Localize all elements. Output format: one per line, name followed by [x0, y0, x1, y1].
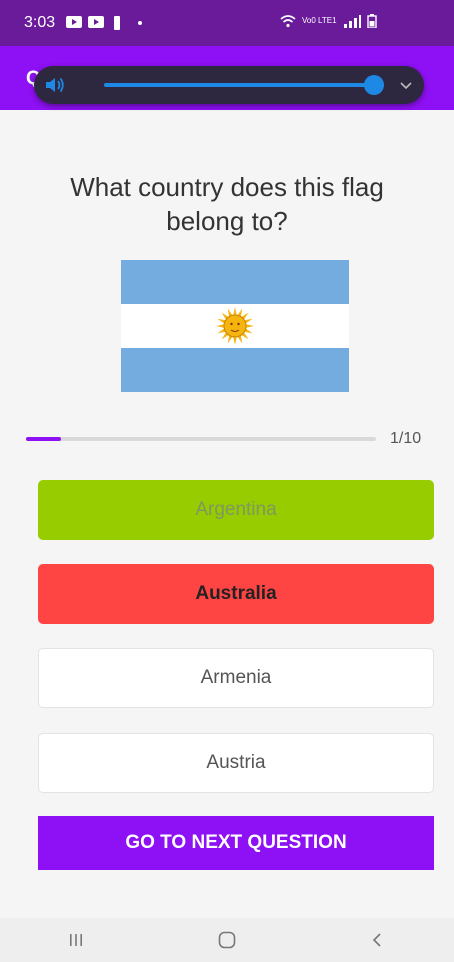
back-button[interactable]	[358, 925, 398, 955]
option-australia[interactable]: Australia	[38, 564, 434, 624]
status-bar: 3:03 Vo0 LTE1	[0, 0, 454, 46]
option-argentina[interactable]: Argentina	[38, 480, 434, 540]
back-icon	[373, 933, 381, 947]
status-notification-icons	[66, 16, 142, 30]
signal-icon	[343, 15, 361, 28]
more-notifications-icon	[138, 21, 142, 25]
option-armenia[interactable]: Armenia	[38, 648, 434, 708]
progress-label: 1/10	[390, 430, 422, 447]
flashlight-icon	[114, 16, 120, 30]
recents-button[interactable]	[56, 925, 96, 955]
flag-image	[121, 260, 349, 392]
volume-slider-thumb[interactable]	[364, 75, 384, 95]
speaker-icon[interactable]	[44, 76, 66, 94]
flag-stripe-bottom	[121, 348, 349, 392]
wifi-icon	[280, 15, 296, 28]
navigation-bar	[0, 918, 454, 962]
status-system-icons: Vo0 LTE1	[280, 14, 377, 28]
flag-sun-icon	[216, 307, 254, 345]
youtube-icon	[66, 16, 82, 28]
progress-bar	[26, 437, 376, 441]
youtube-icon	[88, 16, 104, 28]
progress-fill	[26, 437, 61, 441]
recents-icon	[69, 934, 82, 946]
network-label: Vo0 LTE1	[302, 16, 337, 25]
status-time: 3:03	[24, 14, 56, 31]
chevron-down-icon[interactable]	[399, 78, 413, 92]
volume-slider-track[interactable]	[104, 83, 374, 87]
option-austria[interactable]: Austria	[38, 733, 434, 793]
home-icon	[218, 931, 236, 949]
next-question-button[interactable]: GO TO NEXT QUESTION	[38, 816, 434, 870]
question-text: What country does this flag belong to?	[70, 172, 384, 236]
volume-panel[interactable]	[34, 66, 424, 104]
home-button[interactable]	[207, 925, 247, 955]
flag-stripe-top	[121, 260, 349, 304]
battery-icon	[366, 14, 377, 28]
